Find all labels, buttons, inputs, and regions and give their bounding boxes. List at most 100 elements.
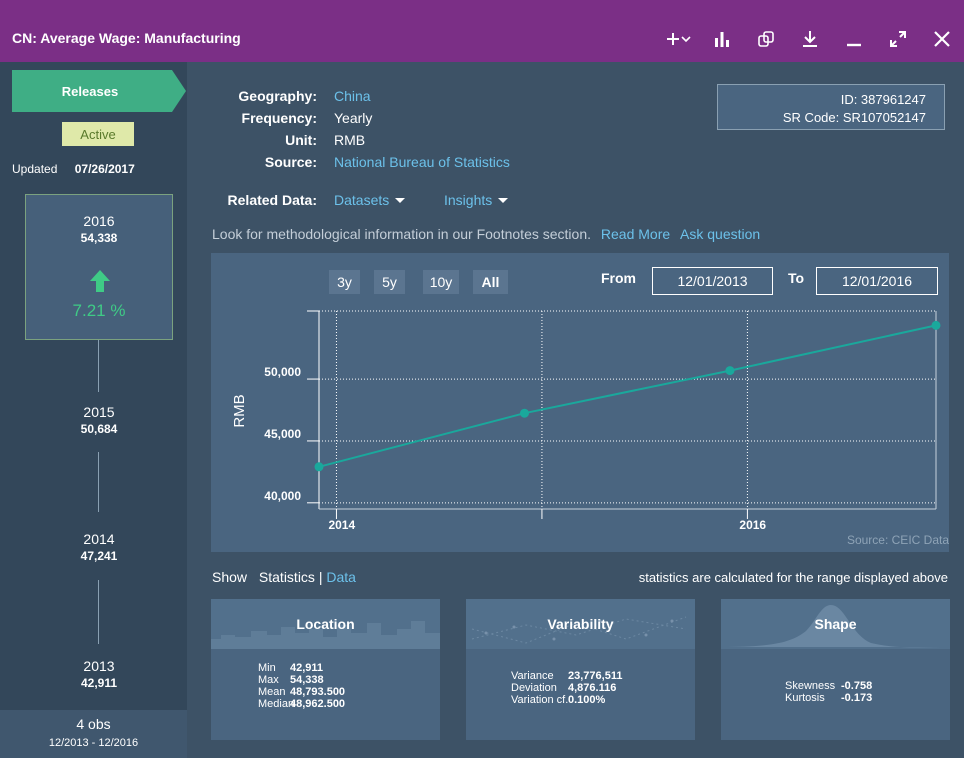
variability-stats-card: Variability Variance 23,776,511 Deviation… [466,599,695,740]
location-header: Location [211,599,440,649]
geography-label: Geography: [238,88,317,104]
unit-row: Unit: [200,132,317,150]
stat-key: Max [258,674,279,686]
stat-key: Median [258,698,295,710]
releases-sidebar: Releases Active Updated 07/26/2017 2016 … [0,62,187,758]
stats-note: statistics are calculated for the range … [638,570,948,585]
release-year: 2015 [83,404,115,420]
data-point [725,366,735,376]
series-id: ID: 387961247 [840,92,926,107]
location-stats-card: Location Min 42,911 Max 54,338 Mean 48,793.… [211,599,440,740]
stat-key: Skewness [785,680,836,692]
release-value: 47,241 [80,549,118,563]
read-more-link[interactable]: Read More [601,226,670,242]
expand-icon[interactable] [876,24,920,54]
frequency-label: Frequency: [241,110,317,126]
title-bar-actions [656,24,964,54]
chart-panel: 3y 5y 10y All From To RMB 40,00045,00050… [211,253,949,552]
x-tick-label: 2014 [328,518,355,532]
y-tick-label: 50,000 [264,365,301,379]
latest-release-card[interactable]: 2016 54,338 7.21 % [25,194,173,340]
source-label: Source: [264,154,317,170]
copy-icon[interactable] [744,24,788,54]
variability-title: Variability [547,616,614,632]
timeline-connector [98,580,99,644]
datasets-label: Datasets [334,192,390,208]
x-tick-label: 2016 [739,518,766,532]
frequency-value: Yearly [334,110,373,126]
release-value: 50,684 [80,422,118,436]
stat-key: Variance [511,670,554,682]
release-value: 54,338 [80,231,118,245]
stat-value: 48,793.500 [290,686,346,698]
stat-value: 54,338 [290,674,324,686]
minimize-icon[interactable] [832,24,876,54]
footnote-hint: Look for methodological information in o… [212,226,760,242]
unit-label: Unit: [285,132,317,148]
footnote-text: Look for methodological information in o… [212,226,591,242]
insights-label: Insights [444,192,493,208]
timeline-connector [98,340,99,392]
shape-title: Shape [814,616,857,632]
updated-label: Updated [12,162,58,176]
source-link[interactable]: National Bureau of Statistics [334,154,510,170]
y-axis-label: RMB [231,394,248,427]
source-row: Source: [200,154,317,172]
ask-question-link[interactable]: Ask question [680,226,760,242]
chart-source-note: Source: CEIC Data [847,533,949,547]
obs-range: 12/2013 - 12/2016 [48,737,139,749]
variability-header: Variability [466,599,695,649]
related-data-row: Related Data: [200,192,317,210]
stat-value: 42,911 [290,662,324,674]
data-toggle[interactable]: Data [326,569,356,585]
data-point [314,462,324,472]
sr-code: SR Code: SR107052147 [782,110,926,125]
data-point [931,320,941,330]
stat-value: 23,776,511 [568,670,623,682]
close-icon[interactable] [920,24,964,54]
updated-date: 07/26/2017 [74,162,135,176]
shape-header: Shape [721,599,950,649]
stat-value: -0.758 [841,680,873,692]
bar-chart-icon[interactable] [700,24,744,54]
download-icon[interactable] [788,24,832,54]
stat-value: -0.173 [841,692,873,704]
status-badge: Active [62,122,134,146]
stat-key: Kurtosis [785,692,825,704]
obs-count: 4 obs [76,716,111,732]
statistics-toggle[interactable]: Statistics [259,569,315,585]
release-change: 7.21 % [72,301,126,320]
updated-info: Updated 07/26/2017 [12,162,135,176]
show-label: Show [212,569,248,585]
observations-summary: 4 obs 12/2013 - 12/2016 [0,710,187,758]
stat-value: 0.100% [568,694,606,706]
release-year: 2016 [83,213,115,229]
release-item[interactable]: 2014 47,241 [25,531,173,563]
release-value: 42,911 [80,676,118,690]
title-bar: CN: Average Wage: Manufacturing [0,0,964,62]
release-item[interactable]: 2013 42,911 [25,658,173,690]
stat-key: Deviation [511,682,557,694]
y-tick-label: 45,000 [264,427,301,441]
variability-stats: Variance 23,776,511 Deviation 4,876.116 Va… [511,670,622,706]
stat-value: 4,876.116 [568,682,617,694]
stats-separator: | [318,569,323,585]
geography-link[interactable]: China [334,88,371,104]
release-item[interactable]: 2015 50,684 [25,404,173,436]
stat-key: Mean [258,686,286,698]
shape-stats: Skewness -0.758 Kurtosis -0.173 [785,680,872,704]
insights-dropdown[interactable]: Insights [444,192,509,208]
plus-dropdown-icon[interactable] [656,24,700,54]
arrow-up-icon [90,270,110,292]
frequency-row: Frequency: [200,110,317,128]
release-year: 2013 [83,658,115,674]
unit-value: RMB [334,132,366,148]
datasets-dropdown[interactable]: Datasets [334,192,406,208]
release-year: 2014 [83,531,115,547]
series-line [318,324,937,468]
line-chart: RMB 40,000 45,000 50,000 2014 2016 Source: … [231,310,949,547]
series-id-box: ID: 387961247 SR Code: SR107052147 [717,84,945,130]
releases-tab[interactable]: Releases [12,70,186,112]
stat-key: Min [258,662,276,674]
window-title: CN: Average Wage: Manufacturing [12,30,241,46]
